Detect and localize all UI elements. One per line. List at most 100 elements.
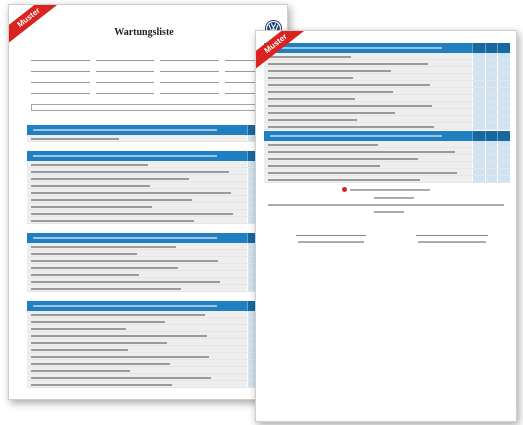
checklist-row bbox=[27, 339, 286, 346]
form-field[interactable] bbox=[95, 64, 154, 72]
checkbox[interactable] bbox=[497, 162, 511, 168]
section-header bbox=[27, 125, 285, 135]
checkbox[interactable] bbox=[497, 155, 511, 161]
checkbox[interactable] bbox=[484, 116, 498, 122]
checkbox[interactable] bbox=[484, 81, 498, 87]
checkbox[interactable] bbox=[484, 67, 498, 73]
checkbox[interactable] bbox=[497, 60, 511, 66]
form-field[interactable] bbox=[95, 53, 154, 61]
checklist-section bbox=[27, 151, 286, 224]
checklist-section bbox=[264, 43, 511, 130]
checkbox[interactable] bbox=[472, 60, 485, 66]
checkbox[interactable] bbox=[484, 155, 498, 161]
checklist-row bbox=[264, 95, 511, 102]
checklist-row bbox=[27, 264, 286, 271]
checklist-row bbox=[264, 141, 511, 148]
checkbox[interactable] bbox=[484, 95, 498, 101]
form-field[interactable] bbox=[160, 86, 219, 94]
signature-line[interactable] bbox=[296, 235, 366, 236]
checklist-row bbox=[27, 278, 286, 285]
form-field[interactable] bbox=[95, 86, 154, 94]
checklist-row bbox=[27, 325, 286, 332]
checkbox[interactable] bbox=[484, 74, 498, 80]
checkbox[interactable] bbox=[472, 109, 485, 115]
checkbox[interactable] bbox=[497, 102, 511, 108]
signature-caption bbox=[298, 241, 364, 243]
checkbox[interactable] bbox=[472, 155, 485, 161]
checklist-row bbox=[27, 250, 286, 257]
checkbox[interactable] bbox=[472, 169, 485, 175]
checklist-row bbox=[264, 148, 511, 155]
checkbox[interactable] bbox=[472, 141, 485, 147]
checkbox[interactable] bbox=[472, 102, 485, 108]
form-field[interactable] bbox=[160, 64, 219, 72]
checkbox[interactable] bbox=[484, 102, 498, 108]
checkbox[interactable] bbox=[472, 81, 485, 87]
checkbox[interactable] bbox=[497, 116, 511, 122]
legend-text bbox=[374, 197, 414, 199]
checklist-row bbox=[264, 53, 511, 60]
checkbox[interactable] bbox=[484, 176, 498, 182]
checklist-row bbox=[264, 169, 511, 176]
checkbox[interactable] bbox=[497, 67, 511, 73]
checklist-row bbox=[27, 175, 286, 182]
form-page-2: Muster bbox=[255, 30, 517, 422]
checkbox[interactable] bbox=[484, 123, 498, 129]
checkbox[interactable] bbox=[497, 169, 511, 175]
checkbox[interactable] bbox=[484, 88, 498, 94]
checkbox[interactable] bbox=[484, 169, 498, 175]
checkbox[interactable] bbox=[472, 116, 485, 122]
form-field[interactable] bbox=[31, 64, 90, 72]
form-field[interactable] bbox=[160, 53, 219, 61]
checkbox[interactable] bbox=[497, 88, 511, 94]
signature-caption bbox=[418, 241, 486, 243]
checkbox[interactable] bbox=[484, 60, 498, 66]
checklist-row bbox=[27, 311, 286, 318]
checkbox[interactable] bbox=[497, 148, 511, 154]
checklist-row bbox=[264, 155, 511, 162]
checkbox[interactable] bbox=[484, 109, 498, 115]
section-header bbox=[27, 151, 285, 161]
checklist-row bbox=[264, 176, 511, 183]
checklist-row bbox=[27, 346, 286, 353]
checklist-row bbox=[27, 318, 286, 325]
checkbox[interactable] bbox=[497, 123, 511, 129]
checkbox[interactable] bbox=[472, 53, 485, 59]
checkbox[interactable] bbox=[472, 67, 485, 73]
checkbox[interactable] bbox=[484, 162, 498, 168]
checkbox[interactable] bbox=[484, 148, 498, 154]
form-field[interactable] bbox=[95, 75, 154, 83]
checklist-row bbox=[27, 196, 286, 203]
form-field[interactable] bbox=[31, 53, 90, 61]
checkbox[interactable] bbox=[497, 95, 511, 101]
checkbox[interactable] bbox=[497, 176, 511, 182]
checkbox[interactable] bbox=[472, 148, 485, 154]
form-field[interactable] bbox=[160, 75, 219, 83]
checkbox[interactable] bbox=[472, 74, 485, 80]
checkbox[interactable] bbox=[497, 74, 511, 80]
checkbox[interactable] bbox=[497, 53, 511, 59]
checkbox[interactable] bbox=[497, 109, 511, 115]
checkbox[interactable] bbox=[484, 53, 498, 59]
checkbox[interactable] bbox=[472, 95, 485, 101]
checklist-row bbox=[264, 116, 511, 123]
checkbox[interactable] bbox=[497, 141, 511, 147]
signature-line[interactable] bbox=[416, 235, 488, 236]
notes-field[interactable] bbox=[31, 104, 283, 111]
checklist-row bbox=[264, 60, 511, 67]
legend-text bbox=[374, 211, 404, 213]
checklist-row bbox=[27, 161, 286, 168]
checklist-row bbox=[264, 109, 511, 116]
checkbox[interactable] bbox=[472, 176, 485, 182]
checklist-row bbox=[264, 123, 511, 130]
checkbox[interactable] bbox=[497, 81, 511, 87]
form-field[interactable] bbox=[31, 86, 90, 94]
checkbox[interactable] bbox=[472, 123, 485, 129]
form-field[interactable] bbox=[31, 75, 90, 83]
checkbox[interactable] bbox=[472, 162, 485, 168]
checklist-row bbox=[264, 81, 511, 88]
checkbox[interactable] bbox=[484, 141, 498, 147]
checkbox[interactable] bbox=[472, 88, 485, 94]
checklist-section bbox=[27, 301, 286, 388]
checklist-row bbox=[27, 203, 286, 210]
